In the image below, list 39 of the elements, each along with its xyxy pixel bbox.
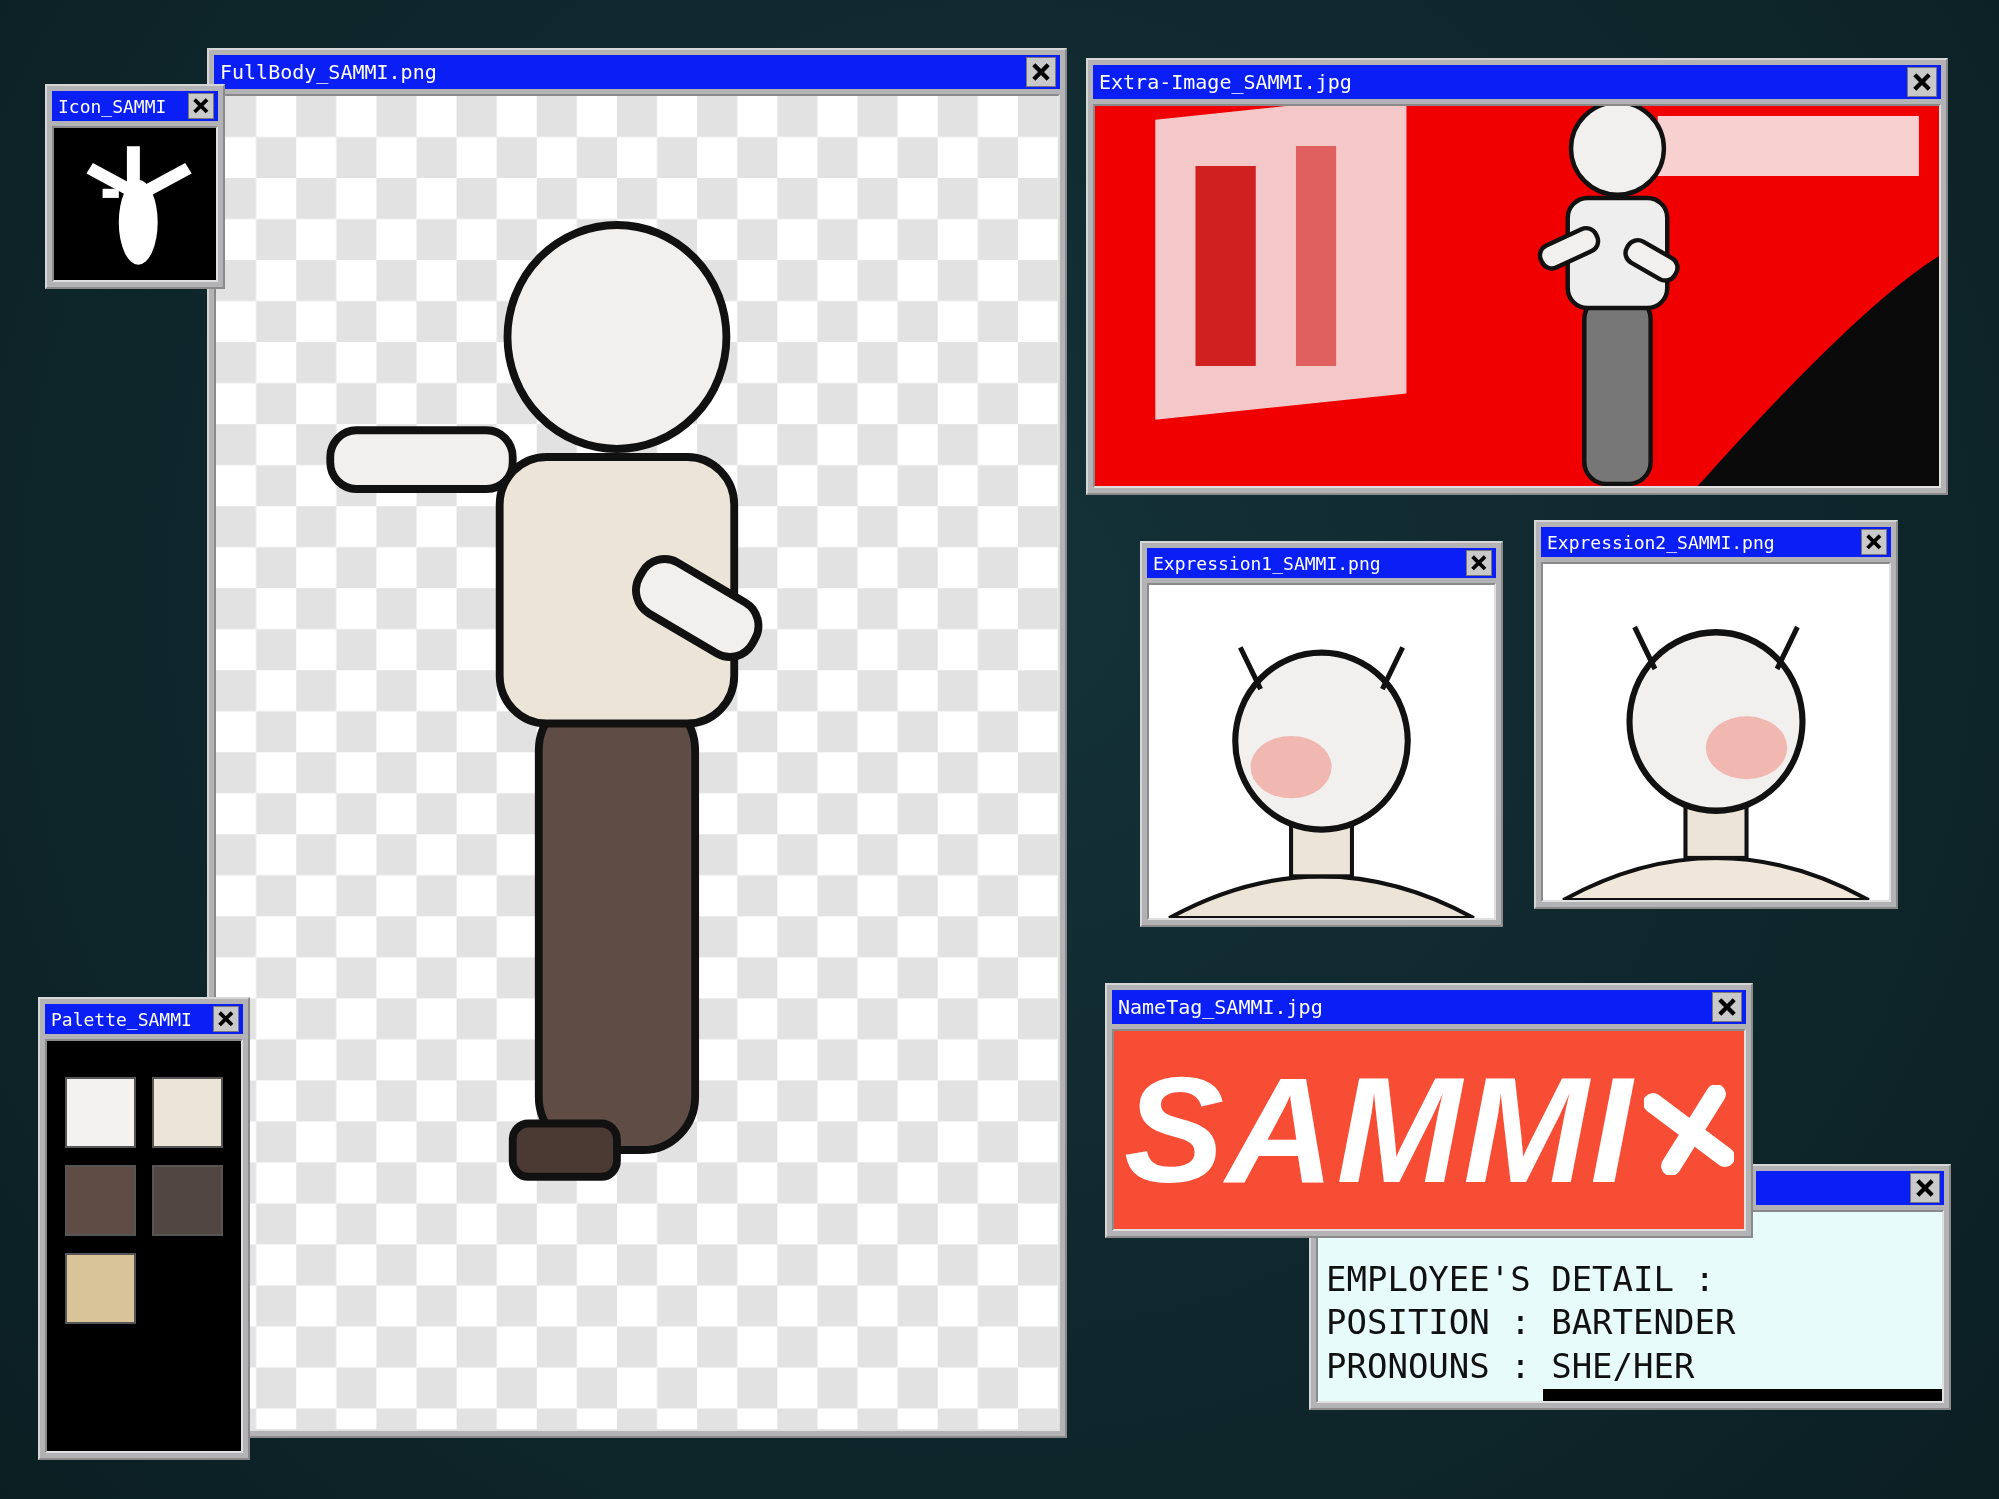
title-bar[interactable]: Palette_SAMMI xyxy=(45,1004,243,1034)
close-button[interactable] xyxy=(1907,67,1937,97)
window-title: Icon_SAMMI xyxy=(58,95,167,117)
close-button[interactable] xyxy=(188,93,214,119)
close-icon xyxy=(1032,63,1050,81)
color-swatch[interactable] xyxy=(65,1077,136,1148)
close-icon xyxy=(1718,998,1736,1016)
color-swatch[interactable] xyxy=(152,1077,223,1148)
detail-line: PRONOUNS : SHE/HER xyxy=(1326,1347,1696,1385)
title-bar[interactable] xyxy=(1756,1171,1944,1205)
close-button[interactable] xyxy=(1910,1173,1940,1203)
title-bar[interactable]: NameTag_SAMMI.jpg xyxy=(1112,990,1746,1024)
close-button[interactable] xyxy=(1026,57,1056,87)
title-bar[interactable]: Extra-Image_SAMMI.jpg xyxy=(1093,65,1941,99)
close-icon xyxy=(193,98,209,114)
color-swatch[interactable] xyxy=(65,1253,136,1324)
window-title: Palette_SAMMI xyxy=(51,1008,192,1030)
window-title: Expression2_SAMMI.png xyxy=(1547,531,1775,553)
close-button[interactable] xyxy=(1466,550,1492,576)
window-title: NameTag_SAMMI.jpg xyxy=(1118,995,1323,1019)
close-button[interactable] xyxy=(1712,992,1742,1022)
title-bar[interactable]: Expression1_SAMMI.png xyxy=(1147,548,1496,578)
close-icon xyxy=(1913,73,1931,91)
window-title: Extra-Image_SAMMI.jpg xyxy=(1099,70,1352,94)
close-icon xyxy=(1471,555,1487,571)
close-icon xyxy=(1866,534,1882,550)
detail-line: POSITION : BARTENDER xyxy=(1326,1304,1737,1342)
detail-line: EMPLOYEE'S DETAIL : xyxy=(1326,1260,1716,1299)
title-bar[interactable]: Expression2_SAMMI.png xyxy=(1541,527,1891,557)
title-bar[interactable]: Icon_SAMMI xyxy=(52,91,218,121)
window-title: FullBody_SAMMI.png xyxy=(220,60,437,84)
cross-mark-icon xyxy=(1643,1085,1734,1175)
color-swatch[interactable] xyxy=(65,1165,136,1236)
title-bar[interactable]: FullBody_SAMMI.png xyxy=(214,55,1060,89)
color-swatch[interactable] xyxy=(152,1165,223,1236)
close-icon xyxy=(1916,1179,1934,1197)
close-button[interactable] xyxy=(1861,529,1887,555)
window-title: Expression1_SAMMI.png xyxy=(1153,552,1381,574)
name-lettering: SAMMI xyxy=(1124,1055,1634,1205)
